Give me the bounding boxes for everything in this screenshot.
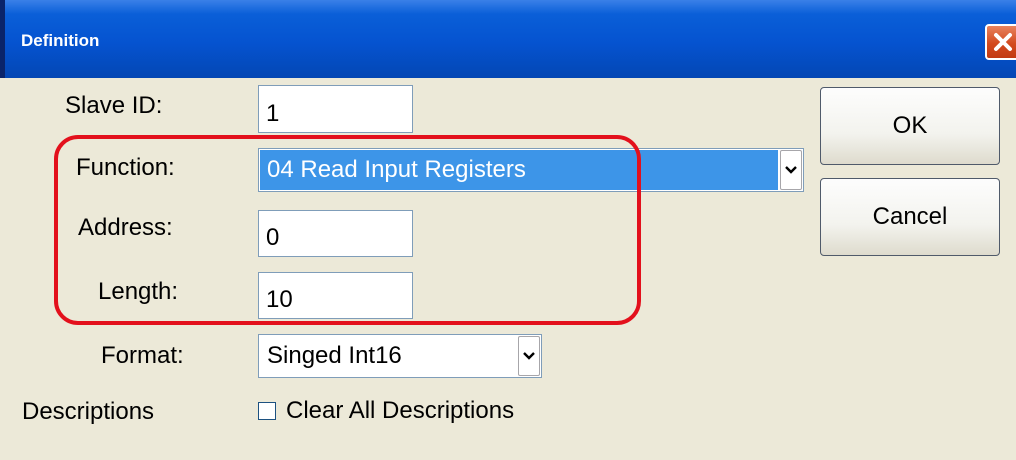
title-bar[interactable]: Definition	[5, 0, 1016, 78]
format-select[interactable]: Singed Int16	[258, 334, 542, 378]
slave-id-label: Slave ID:	[65, 92, 163, 119]
chevron-down-icon	[785, 166, 797, 174]
format-dropdown-button[interactable]	[518, 336, 540, 376]
clear-descriptions-label[interactable]: Clear All Descriptions	[286, 397, 514, 425]
clear-descriptions-checkbox[interactable]	[258, 402, 276, 420]
ok-button[interactable]: OK	[820, 87, 1000, 165]
cancel-button[interactable]: Cancel	[820, 178, 1000, 256]
function-selected-value: 04 Read Input Registers	[260, 150, 778, 190]
format-selected-value: Singed Int16	[267, 342, 402, 369]
window-title: Definition	[21, 31, 100, 50]
chevron-down-icon	[523, 352, 535, 360]
function-dropdown-button[interactable]	[780, 150, 802, 190]
length-input[interactable]: 10	[258, 272, 413, 319]
close-icon	[994, 33, 1012, 51]
function-label: Function:	[76, 154, 175, 181]
close-button[interactable]	[985, 24, 1016, 60]
function-select[interactable]: 04 Read Input Registers	[258, 148, 804, 192]
clear-descriptions-option[interactable]: Clear All Descriptions	[258, 397, 514, 425]
length-label: Length:	[98, 278, 179, 305]
address-input[interactable]: 0	[258, 210, 413, 257]
descriptions-label: Descriptions	[22, 398, 155, 425]
address-label: Address:	[78, 214, 173, 241]
slave-id-input[interactable]: 1	[258, 85, 413, 133]
format-label: Format:	[101, 342, 184, 369]
